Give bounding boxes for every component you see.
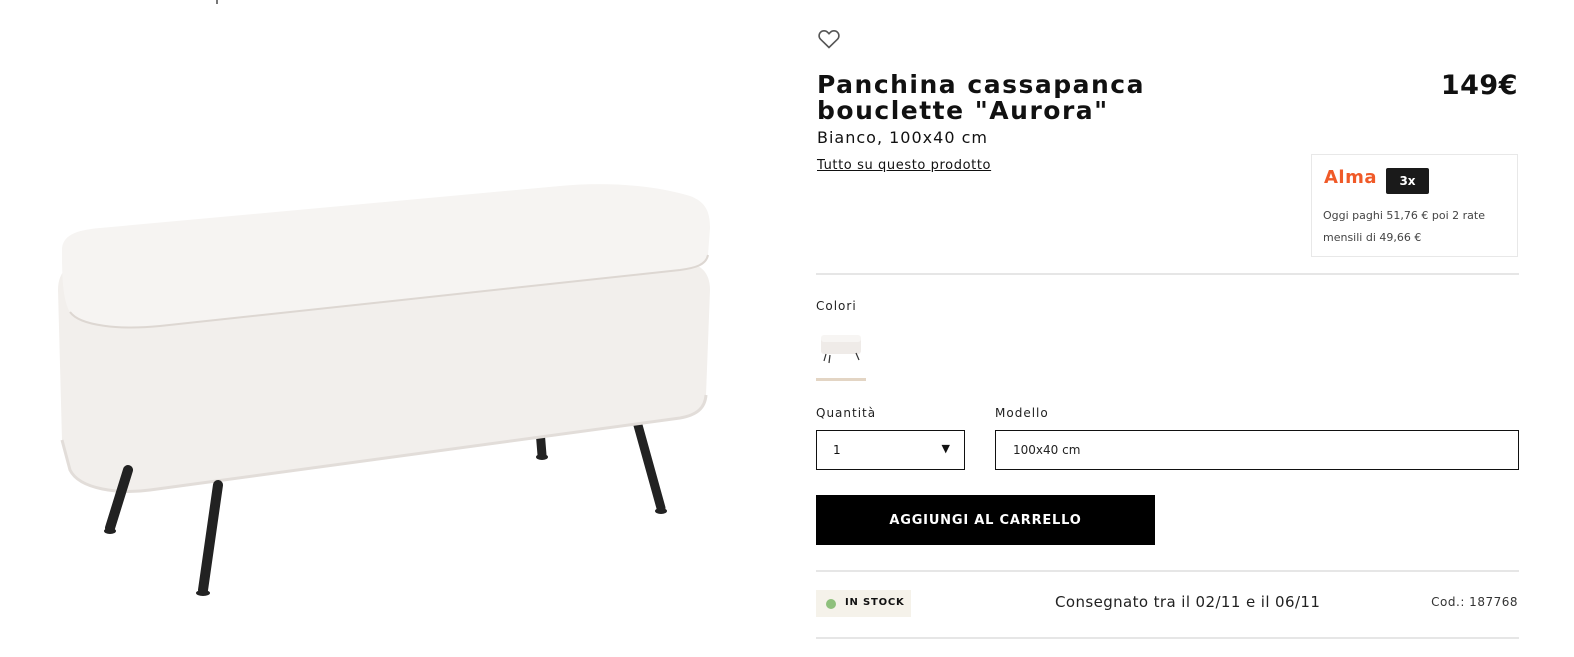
stock-label: IN STOCK — [845, 597, 905, 608]
quantity-label: Quantità — [816, 406, 877, 420]
swatch-selected-indicator — [816, 378, 866, 381]
stock-status-dot-icon — [826, 599, 836, 609]
product-price: 149€ — [1440, 70, 1518, 101]
divider — [816, 273, 1519, 275]
quantity-value: 1 — [833, 443, 841, 457]
color-swatch-white[interactable] — [816, 330, 866, 382]
quantity-select[interactable]: 1 ▼ — [816, 430, 965, 470]
dropdown-arrow-icon: ▼ — [941, 442, 950, 455]
divider — [816, 637, 1519, 639]
stock-badge: IN STOCK — [816, 590, 911, 617]
product-image — [0, 0, 780, 657]
model-label: Modello — [995, 406, 1049, 420]
add-to-cart-button[interactable]: AGGIUNGI AL CARRELLO — [816, 495, 1155, 545]
product-title: Panchina cassapanca bouclette "Aurora" — [817, 70, 1145, 125]
alma-logo: Alma — [1324, 167, 1378, 188]
alma-installments-text: Oggi paghi 51,76 € poi 2 rate mensili di… — [1323, 209, 1485, 244]
colors-label: Colori — [816, 299, 857, 313]
delivery-estimate: Consegnato tra il 02/11 e il 06/11 — [1055, 593, 1321, 611]
product-code: Cod.: 187768 — [1431, 595, 1518, 609]
product-details-link[interactable]: Tutto su questo prodotto — [817, 158, 991, 173]
alma-financing-box[interactable]: Alma 3x Oggi paghi 51,76 € poi 2 rate me… — [1311, 154, 1518, 257]
product-variant-subtitle: Bianco, 100x40 cm — [817, 128, 988, 147]
model-value: 100x40 cm — [1013, 443, 1081, 457]
wishlist-heart-icon[interactable] — [817, 27, 841, 51]
model-select[interactable]: 100x40 cm — [995, 430, 1519, 470]
alma-installments-badge[interactable]: 3x — [1386, 168, 1429, 194]
divider — [816, 570, 1519, 572]
